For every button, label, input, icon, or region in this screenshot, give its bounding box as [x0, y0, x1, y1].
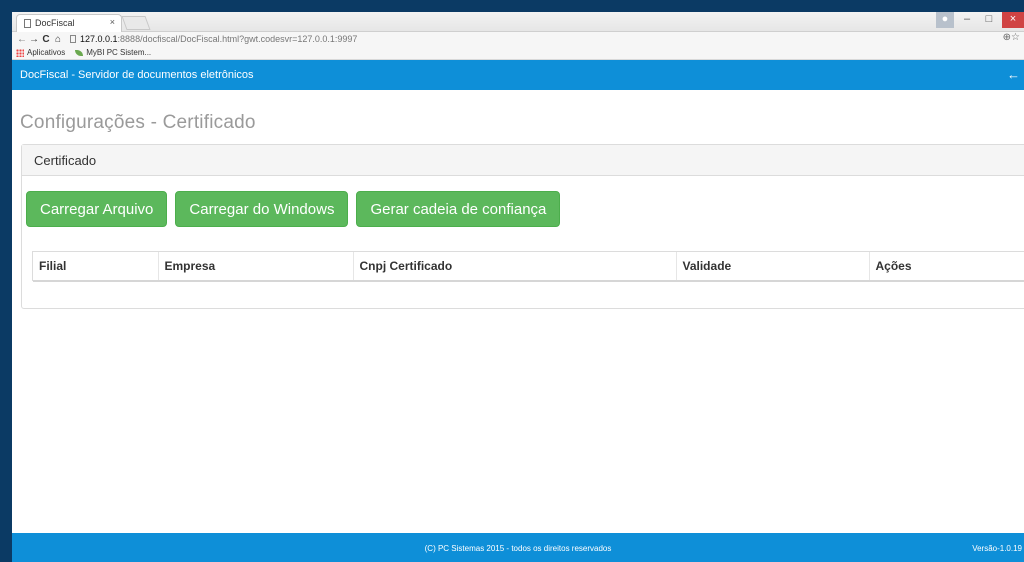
- bookmark-apps[interactable]: Aplicativos: [16, 48, 65, 57]
- apps-grid-icon: [16, 48, 24, 57]
- desktop-background: [0, 0, 12, 562]
- page-icon: [24, 19, 31, 28]
- back-arrow-icon[interactable]: ←: [1007, 67, 1020, 82]
- panel-heading: Certificado: [22, 145, 1024, 176]
- certificate-table: Filial Empresa Cnpj Certificado Validade…: [32, 251, 1024, 282]
- url-path: :8888/docfiscal/DocFiscal.html?gwt.codes…: [117, 34, 358, 44]
- back-arrow-icon[interactable]: ←: [16, 34, 28, 45]
- column-header-filial[interactable]: Filial: [33, 252, 158, 282]
- table-header-row: Filial Empresa Cnpj Certificado Validade…: [33, 252, 1024, 282]
- reload-icon[interactable]: C: [40, 34, 52, 45]
- column-header-cnpj[interactable]: Cnpj Certificado: [352, 252, 676, 282]
- browser-tab[interactable]: DocFiscal ×: [16, 14, 122, 32]
- url-host: 127.0.0.1: [80, 34, 118, 44]
- footer-version: Versão-1.0.19: [972, 544, 1022, 553]
- bookmark-leaf-icon: [75, 49, 84, 56]
- footer-copyright: (C) PC Sistemas 2015 - todos os direitos…: [424, 544, 612, 553]
- column-header-empresa[interactable]: Empresa: [157, 252, 353, 282]
- browser-window: DocFiscal × ● – □ × ← → C ⌂ 127.0.0.1 :8…: [12, 12, 1024, 562]
- user-icon[interactable]: ●: [936, 12, 954, 28]
- column-header-validade[interactable]: Validade: [675, 252, 869, 282]
- bookmarks-bar: Aplicativos MyBI PC Sistem...: [12, 46, 1024, 60]
- desktop-background: [0, 0, 1024, 12]
- page-info-icon[interactable]: [70, 35, 76, 43]
- page-title: Configurações - Certificado: [20, 112, 256, 133]
- generate-trust-chain-button[interactable]: Gerar cadeia de confiança: [356, 191, 561, 227]
- load-file-button[interactable]: Carregar Arquivo: [26, 191, 168, 227]
- close-window-button[interactable]: ×: [1002, 12, 1024, 28]
- zoom-star-icons[interactable]: ⊕☆: [1003, 32, 1020, 43]
- column-header-acoes[interactable]: Ações: [868, 252, 1024, 282]
- maximize-button[interactable]: □: [980, 12, 998, 28]
- browser-titlebar: DocFiscal × ● – □ ×: [12, 12, 1024, 32]
- new-tab-button[interactable]: [121, 16, 151, 30]
- button-row: Carregar Arquivo Carregar do Windows Ger…: [22, 176, 1024, 227]
- tab-title: DocFiscal: [35, 18, 75, 28]
- window-controls: ● – □ ×: [932, 12, 1024, 32]
- app-header: DocFiscal - Servidor de documentos eletr…: [12, 60, 1024, 90]
- url-input[interactable]: 127.0.0.1 :8888/docfiscal/DocFiscal.html…: [70, 33, 970, 45]
- home-icon[interactable]: ⌂: [52, 34, 64, 45]
- load-from-windows-button[interactable]: Carregar do Windows: [175, 191, 349, 227]
- app-footer: (C) PC Sistemas 2015 - todos os direitos…: [12, 533, 1024, 562]
- minimize-button[interactable]: –: [958, 12, 976, 28]
- tab-close-icon[interactable]: ×: [110, 17, 115, 27]
- forward-arrow-icon[interactable]: →: [28, 34, 40, 45]
- certificate-panel: Certificado Carregar Arquivo Carregar do…: [21, 144, 1024, 309]
- app-title: DocFiscal - Servidor de documentos eletr…: [20, 69, 254, 81]
- address-bar: ← → C ⌂ 127.0.0.1 :8888/docfiscal/DocFis…: [12, 32, 1024, 46]
- main-content: Configurações - Certificado Certificado …: [12, 112, 1024, 554]
- bookmark-mybi[interactable]: MyBI PC Sistem...: [75, 48, 151, 57]
- bookmark-label: Aplicativos: [27, 48, 66, 57]
- bookmark-label: MyBI PC Sistem...: [86, 48, 152, 57]
